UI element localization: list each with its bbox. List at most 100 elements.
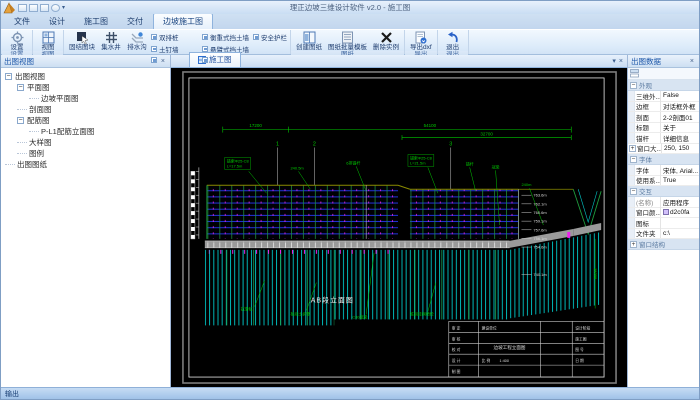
categorize-icon[interactable]: [630, 69, 639, 78]
collapse-icon[interactable]: −: [630, 156, 637, 163]
tab-construction-drawing[interactable]: 施工图: [75, 14, 117, 29]
category-interaction[interactable]: −交互: [628, 186, 699, 197]
property-row[interactable]: 剖面2-2剖面01: [628, 112, 699, 123]
svg-text:施工图: 施工图: [575, 336, 587, 341]
tree-item-slope-plan[interactable]: 边坡平面图: [3, 93, 168, 104]
svg-text:设计阶段: 设计阶段: [575, 325, 590, 330]
checkbox-balance-weight-wall[interactable]: 衡重式挡土墙: [202, 32, 249, 42]
category-indent: [628, 176, 635, 186]
property-value[interactable]: 关于: [661, 122, 699, 132]
output-panel-tab[interactable]: 输出: [5, 389, 19, 399]
expand-icon[interactable]: +: [630, 241, 637, 248]
property-row[interactable]: 锚杆详细信息: [628, 133, 699, 144]
property-row[interactable]: 使用系...True: [628, 176, 699, 187]
document-tab-controls: ▾ ×: [608, 57, 627, 67]
tab-delivery[interactable]: 交付: [118, 14, 152, 29]
tree-item-pl1-rebar-elevation[interactable]: P-L1配筋立面图: [3, 126, 168, 137]
property-value[interactable]: 对话框外框: [661, 101, 699, 111]
help-icon[interactable]: [51, 4, 60, 12]
collapse-icon[interactable]: −: [17, 84, 24, 91]
right-panel-close-icon[interactable]: ×: [688, 58, 696, 65]
collapse-icon[interactable]: −: [630, 82, 637, 89]
property-value[interactable]: 250, 150: [662, 145, 699, 152]
expand-icon[interactable]: +: [629, 145, 636, 152]
document-close-icon[interactable]: ×: [619, 58, 623, 65]
collapse-icon[interactable]: −: [5, 73, 12, 80]
settings-button[interactable]: 设置: [5, 31, 29, 51]
document-tab-bar: 施工图 ▾ ×: [171, 55, 627, 68]
property-row[interactable]: +窗口大...250, 150: [628, 144, 699, 155]
tree-item-legend[interactable]: 图例: [3, 148, 168, 159]
tree-item-detail-views[interactable]: 大样图: [3, 137, 168, 148]
collector-well-button[interactable]: 集水井: [99, 31, 123, 51]
tree-item-rebar-views[interactable]: −配筋图: [3, 115, 168, 126]
property-value[interactable]: 应用程序: [661, 197, 699, 207]
tab-list-dropdown-icon[interactable]: ▾: [612, 57, 616, 65]
category-appearance[interactable]: −外观: [628, 80, 699, 91]
open-file-icon[interactable]: [29, 4, 38, 12]
left-panel-close-icon[interactable]: ×: [159, 58, 167, 65]
anchor-grid-wall-right: [410, 189, 519, 239]
property-value[interactable]: c:\: [661, 230, 699, 237]
view-button[interactable]: 视图: [36, 31, 60, 51]
app-logo-icon[interactable]: [3, 2, 16, 14]
title-bar: ▾ 理正边坡三维设计软件 v2.0 - 施工图: [1, 1, 699, 14]
property-value[interactable]: False: [661, 92, 699, 99]
property-value[interactable]: True: [661, 177, 699, 184]
tab-design[interactable]: 设计: [40, 14, 74, 29]
output-data-panel: 出图数据 × −外观 三维外...False 边框对话框外框 剖面2-2剖面01…: [627, 55, 699, 387]
export-dxf-button[interactable]: 导出dxf: [408, 31, 434, 51]
ribbon-group-export: 导出dxf 导出: [405, 30, 438, 54]
property-row[interactable]: 三维外...False: [628, 91, 699, 102]
property-value[interactable]: d2c0fa: [661, 209, 699, 216]
collapse-icon[interactable]: −: [17, 117, 24, 124]
tab-file[interactable]: 文件: [5, 14, 39, 29]
svg-text:763.6m: 763.6m: [533, 193, 547, 198]
exit-button[interactable]: 退出: [441, 31, 465, 51]
property-row[interactable]: (名称)应用程序: [628, 197, 699, 208]
sheet-batch-template-button[interactable]: 图纸批量模板: [326, 31, 369, 51]
property-key: (名称): [635, 197, 661, 207]
property-key: 窗口颜...: [635, 207, 661, 217]
property-row[interactable]: 标题关于: [628, 123, 699, 134]
ribbon-group-details: 固结图块 集水井: [64, 30, 291, 54]
svg-text:760.6m: 760.6m: [533, 210, 547, 215]
svg-text:2: 2: [313, 142, 316, 148]
tree-item-output-sheets[interactable]: 出图图纸: [3, 159, 168, 170]
category-indent: [628, 123, 635, 133]
property-row[interactable]: 字体宋体, Arial...: [628, 165, 699, 176]
collapse-icon[interactable]: −: [630, 188, 637, 195]
new-file-icon[interactable]: [18, 4, 27, 12]
property-key: 锚杆: [635, 133, 661, 143]
checkbox-safety-rail[interactable]: 安全护栏: [253, 32, 287, 42]
document-tab-construction-drawing[interactable]: 施工图: [189, 52, 241, 67]
checkbox-double-row-piles[interactable]: 双排桩: [151, 32, 198, 42]
property-value[interactable]: 2-2剖面01: [661, 112, 699, 122]
property-value[interactable]: 详细信息: [661, 133, 699, 143]
property-value[interactable]: 宋体, Arial...: [661, 165, 699, 175]
dim-label-left: 17200: [249, 123, 262, 128]
tree-connector: [17, 153, 27, 154]
property-row[interactable]: 窗口颜...d2c0fa: [628, 208, 699, 219]
block-button[interactable]: 固结图块: [67, 31, 97, 51]
create-sheet-button[interactable]: 创建图纸: [294, 31, 324, 51]
property-row[interactable]: 文件夹c:\: [628, 229, 699, 240]
cad-canvas[interactable]: 17200 54100 32700 1 2 3: [171, 68, 627, 387]
property-key: 窗口大...: [636, 143, 662, 153]
anchor-grid-wall-left: [207, 185, 398, 239]
tab-slope-construction-drawing[interactable]: 边坡施工图: [153, 13, 213, 29]
property-row[interactable]: 图标: [628, 218, 699, 229]
tree-item-section-views[interactable]: 剖面图: [3, 104, 168, 115]
property-row[interactable]: 边框对话框外框: [628, 102, 699, 113]
category-window-structure[interactable]: +窗口结构: [628, 239, 699, 250]
quick-access-dropdown-icon[interactable]: ▾: [62, 4, 65, 11]
svg-text:桩间挂网喷砼: 桩间挂网喷砼: [410, 311, 434, 316]
tree-item-plan-views[interactable]: −平面图: [3, 82, 168, 93]
tree-item-output-views[interactable]: −出图视图: [3, 71, 168, 82]
category-font[interactable]: −字体: [628, 154, 699, 165]
delete-instance-button[interactable]: 删除实例: [371, 31, 401, 51]
drainage-ditch-button[interactable]: 排水沟: [125, 31, 149, 51]
checkbox-icon: [202, 57, 208, 63]
save-icon[interactable]: [40, 4, 49, 12]
category-indent: [628, 165, 635, 175]
